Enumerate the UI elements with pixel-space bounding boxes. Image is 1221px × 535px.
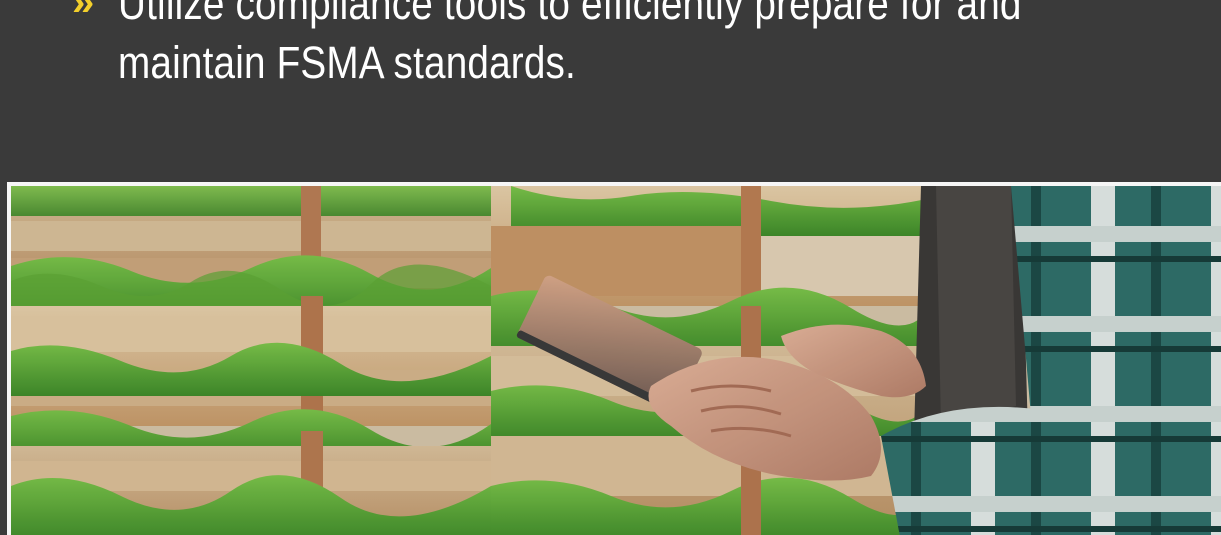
photo-frame	[7, 182, 1221, 535]
bullet-text-line-2: maintain FSMA standards.	[118, 37, 576, 88]
bullet-text-line-1: Utilize compliance tools to efficiently …	[118, 0, 1022, 29]
bullet-chevron-icon: »	[72, 0, 94, 24]
bullet-text: Utilize compliance tools to efficiently …	[118, 0, 1030, 92]
produce-crates-photo	[11, 186, 1221, 535]
slide-header: » Utilize compliance tools to efficientl…	[0, 0, 1221, 183]
